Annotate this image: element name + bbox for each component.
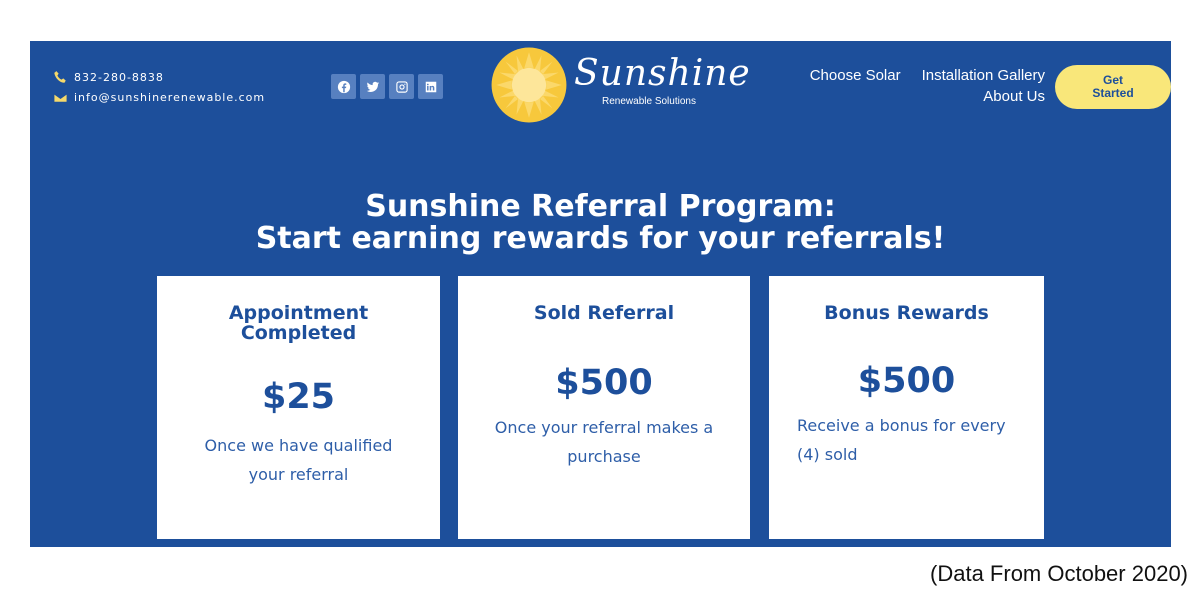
card-desc-line-1: Receive a bonus for every (797, 416, 1006, 435)
card-amount: $500 (555, 363, 653, 403)
data-source-footnote: (Data From October 2020) (930, 561, 1188, 586)
reward-card-sold: Sold Referral $500 Once your referral ma… (458, 276, 750, 539)
card-title-line-2: Completed (240, 322, 357, 344)
brand-name: Sunshine (574, 53, 751, 94)
linkedin-icon[interactable] (418, 74, 443, 99)
contact-info: 832-280-8838 info@sunshinerenewable.com (52, 67, 265, 107)
reward-card-appointment: Appointment Completed $25 Once we have q… (157, 276, 440, 539)
nav-about-us[interactable]: About Us (983, 86, 1045, 107)
card-desc-line-1: Once we have qualified (204, 436, 393, 455)
card-title: Bonus Rewards (824, 302, 989, 324)
social-links (331, 74, 443, 99)
card-title-line-1: Appointment (228, 302, 369, 324)
nav-choose-solar[interactable]: Choose Solar (810, 65, 901, 86)
sun-logo-icon (491, 47, 567, 123)
hero-line-2: Start earning rewards for your referrals… (255, 221, 946, 256)
facebook-icon[interactable] (331, 74, 356, 99)
site-header-section: 832-280-8838 info@sunshinerenewable.com (30, 41, 1171, 547)
nav-installation-gallery[interactable]: Installation Gallery (922, 65, 1045, 86)
phone-number[interactable]: 832-280-8838 (74, 71, 164, 84)
email-row[interactable]: info@sunshinerenewable.com (52, 87, 265, 107)
email-address[interactable]: info@sunshinerenewable.com (74, 91, 265, 104)
card-description: Once your referral makes a purchase (458, 413, 750, 471)
card-description: Once we have qualified your referral (157, 431, 440, 489)
email-icon (52, 89, 68, 105)
card-title: Sold Referral (533, 302, 675, 324)
hero-line-1: Sunshine Referral Program: (365, 189, 836, 224)
card-desc-line-2: purchase (567, 447, 641, 466)
phone-icon (52, 69, 68, 85)
reward-card-bonus: Bonus Rewards $500 Receive a bonus for e… (769, 276, 1044, 539)
page-title: Sunshine Referral Program: Start earning… (30, 191, 1171, 255)
brand-tagline: Renewable Solutions (602, 96, 696, 107)
twitter-icon[interactable] (360, 74, 385, 99)
main-nav: Choose Solar Installation Gallery About … (810, 65, 1045, 107)
card-amount: $25 (261, 377, 336, 417)
card-title: Appointment Completed (157, 303, 440, 343)
site-logo[interactable]: Sunshine Renewable Solutions (490, 46, 750, 126)
card-desc-line-1: Once your referral makes a (494, 418, 714, 437)
card-description: Receive a bonus for every (4) sold (769, 411, 1044, 469)
cta-line-2: Started (1092, 86, 1134, 100)
card-amount: $500 (857, 361, 956, 401)
instagram-icon[interactable] (389, 74, 414, 99)
card-desc-line-2: your referral (248, 465, 349, 484)
card-desc-line-2: (4) sold (797, 445, 858, 464)
phone-row[interactable]: 832-280-8838 (52, 67, 265, 87)
get-started-button[interactable]: Get Started (1055, 65, 1171, 109)
